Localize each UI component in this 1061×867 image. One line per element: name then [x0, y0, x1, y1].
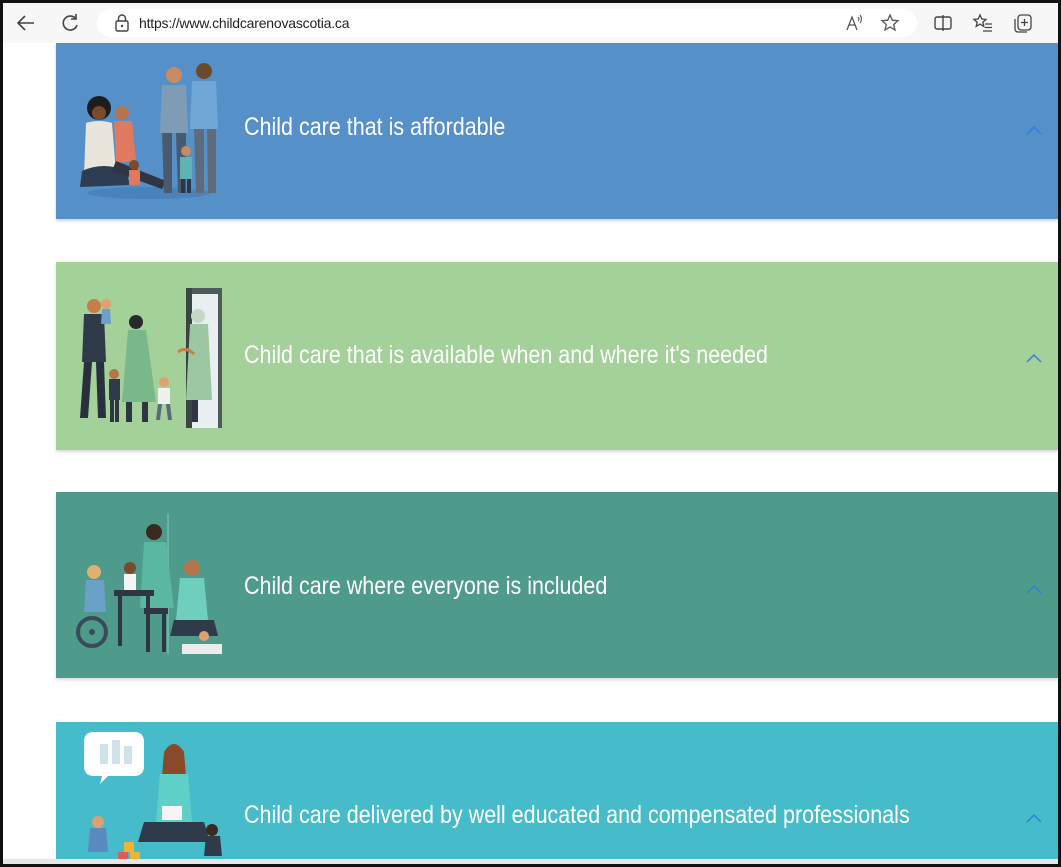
accordion-inclusive[interactable]: Child care where everyone is included — [56, 492, 1058, 678]
lock-icon[interactable] — [111, 12, 133, 34]
read-aloud-icon[interactable] — [839, 8, 869, 38]
page-content: Child care that is affordable Child care… — [3, 43, 1058, 864]
accordion-professionals[interactable]: Child care delivered by well educated an… — [56, 722, 1058, 864]
inclusive-classroom-illustration — [74, 514, 224, 662]
card-title: Child care where everyone is included — [244, 572, 608, 600]
chevron-up-icon[interactable] — [1024, 811, 1044, 825]
collections-icon[interactable] — [1008, 8, 1038, 38]
url-text[interactable]: https://www.childcarenovascotia.ca — [139, 15, 350, 31]
educator-illustration — [84, 732, 222, 862]
address-bar[interactable]: https://www.childcarenovascotia.ca — [97, 9, 917, 37]
split-screen-icon[interactable] — [928, 8, 958, 38]
favorite-star-icon[interactable] — [875, 8, 905, 38]
reload-icon[interactable] — [55, 8, 85, 38]
card-title: Child care delivered by well educated an… — [244, 801, 910, 829]
chevron-up-icon[interactable] — [1024, 351, 1044, 365]
parents-doorway-illustration — [80, 288, 222, 428]
card-title: Child care that is affordable — [244, 113, 506, 141]
family-illustration — [80, 63, 218, 199]
accordion-affordable[interactable]: Child care that is affordable — [56, 43, 1058, 219]
accordion-available[interactable]: Child care that is available when and wh… — [56, 262, 1058, 450]
horizontal-scrollbar[interactable] — [3, 859, 1058, 864]
chevron-up-icon[interactable] — [1024, 582, 1044, 596]
card-title: Child care that is available when and wh… — [244, 341, 769, 369]
favorites-icon[interactable] — [968, 8, 998, 38]
browser-toolbar: https://www.childcarenovascotia.ca — [3, 3, 1058, 43]
back-arrow-icon[interactable] — [11, 8, 41, 38]
chevron-up-icon[interactable] — [1024, 123, 1044, 137]
